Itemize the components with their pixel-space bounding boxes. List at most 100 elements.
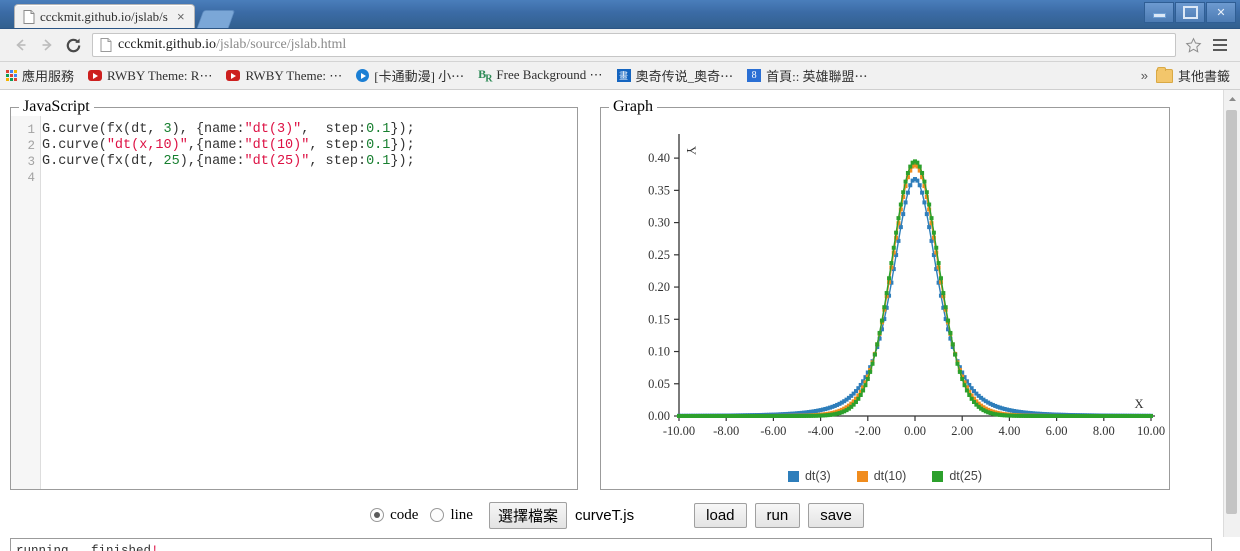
series-marker	[917, 164, 922, 169]
chart-area[interactable]: Y X 0.00 0.05 0.10 0.15 0.20 0.25 0.30 0.35 0.40 -1…	[601, 116, 1169, 489]
status-bar[interactable]: running...finished!	[10, 538, 1212, 551]
address-bar[interactable]: ccckmit.github.io/jslab/source/jslab.htm…	[92, 33, 1176, 57]
bookmarks-overflow-button[interactable]: »	[1141, 68, 1148, 83]
y-tick-label: 0.40	[648, 151, 670, 165]
line-number: 2	[27, 139, 35, 153]
back-button[interactable]	[8, 32, 34, 58]
bookmark-label: 首頁:: 英雄聯盟⋯	[766, 69, 868, 84]
browser-tab[interactable]: ccckmit.github.io/jslab/s ×	[14, 4, 195, 28]
bookmark-apps[interactable]: 應用服務	[6, 66, 74, 85]
series-marker	[879, 318, 884, 323]
square-icon: 畫	[616, 69, 631, 82]
x-tick-label: -2.00	[855, 424, 881, 438]
y-tick-label: 0.35	[648, 183, 670, 197]
forward-button[interactable]	[34, 32, 60, 58]
close-icon[interactable]: ×	[174, 10, 188, 24]
code-line[interactable]: G.curve(fx(dt, 3), {name:"dt(3)", step:0…	[42, 122, 577, 138]
x-tick-label: -4.00	[808, 424, 834, 438]
other-bookmarks-label: 其他書籤	[1177, 69, 1230, 84]
other-bookmarks-folder[interactable]: 其他書籤	[1155, 66, 1230, 85]
bookmark-free-background[interactable]: BR Free Background ⋯	[478, 67, 602, 84]
code-line[interactable]	[42, 170, 577, 186]
series-marker	[929, 216, 934, 221]
series-marker	[941, 291, 946, 296]
page-icon	[100, 38, 112, 52]
code-line[interactable]: G.curve("dt(x,10)",{name:"dt(10)", step:…	[42, 138, 577, 154]
address-text: ccckmit.github.io/jslab/source/jslab.htm…	[118, 37, 346, 53]
forward-arrow-icon	[42, 39, 52, 51]
vertical-scrollbar[interactable]	[1223, 90, 1240, 537]
bookmarks-bar: 應用服務 RWBY Theme: R⋯ RWBY Theme: ⋯ [卡通動漫]…	[0, 62, 1240, 90]
y-tick-label: 0.20	[648, 280, 670, 294]
code-line[interactable]: G.curve(fx(dt, 25),{name:"dt(25)", step:…	[42, 154, 577, 170]
series-marker	[924, 190, 929, 195]
series-marker	[922, 200, 927, 205]
code-area[interactable]: G.curve(fx(dt, 3), {name:"dt(3)", step:0…	[42, 116, 577, 186]
legend-swatch-icon	[787, 470, 799, 482]
new-tab-button[interactable]	[196, 10, 236, 28]
bookmark-aoqi[interactable]: 畫 奧奇传说_奧奇⋯	[616, 66, 733, 85]
line-number: 1	[27, 123, 35, 137]
save-button[interactable]: save	[808, 502, 864, 528]
series-marker	[957, 369, 962, 374]
series-marker	[891, 245, 896, 250]
series-marker	[953, 352, 958, 357]
legend-label: dt(10)	[873, 469, 907, 483]
status-exclamation: !	[151, 544, 159, 551]
code-editor[interactable]: 1 2 3 4 G.curve(fx(dt, 3), {name:"dt(3)", s…	[11, 116, 577, 489]
radio-line[interactable]	[430, 508, 445, 522]
series-marker	[896, 216, 901, 221]
minimize-button[interactable]	[1144, 2, 1174, 23]
legend-item-dt(10)[interactable]: dt(10)	[856, 469, 907, 483]
series-marker	[858, 392, 863, 397]
series-marker	[903, 179, 908, 184]
series-marker	[905, 170, 910, 175]
series-marker	[950, 342, 955, 347]
back-arrow-icon	[16, 39, 26, 51]
x-tick-label: -8.00	[713, 424, 739, 438]
series-marker	[870, 361, 875, 366]
run-button[interactable]: run	[754, 502, 801, 528]
series-marker	[915, 178, 920, 183]
y-tick-label: 0.05	[648, 377, 670, 391]
bookmark-label: RWBY Theme: ⋯	[245, 67, 343, 83]
panels-row: JavaScript 1 2 3 4 G.curve(fx(dt, 3), {name…	[0, 90, 1222, 490]
scroll-up-arrow-icon[interactable]	[1224, 90, 1240, 107]
scrollbar-thumb[interactable]	[1226, 110, 1237, 514]
bookmark-label: 應用服務	[22, 69, 75, 84]
star-icon	[1185, 37, 1201, 53]
page-viewport: JavaScript 1 2 3 4 G.curve(fx(dt, 3), {name…	[0, 90, 1240, 551]
folder-icon	[1155, 66, 1173, 83]
y-axis-label: Y	[684, 146, 698, 155]
series-line-dt(3)	[678, 178, 1152, 417]
x-tick-label: 8.00	[1093, 424, 1115, 438]
bookmark-rwby-1[interactable]: RWBY Theme: R⋯	[88, 68, 212, 84]
legend-item-dt(25)[interactable]: dt(25)	[932, 469, 982, 483]
window-controls: ✕	[1144, 2, 1236, 23]
load-button[interactable]: load	[694, 502, 747, 528]
series-marker	[898, 225, 903, 230]
status-text: running...finished	[16, 544, 152, 551]
reload-button[interactable]	[60, 32, 86, 58]
choose-file-button[interactable]: 選擇檔案	[488, 501, 567, 529]
radio-code[interactable]	[370, 508, 385, 522]
bookmark-star-icon[interactable]	[1182, 34, 1204, 56]
legend-label: dt(3)	[804, 469, 831, 483]
series-marker	[901, 212, 906, 217]
controls-bar: code line 選擇檔案 curveT.js load run save	[0, 498, 1222, 532]
series-marker	[938, 276, 943, 281]
eight-icon: 8	[747, 69, 762, 82]
series-marker	[894, 230, 899, 235]
legend-item-dt(3)[interactable]: dt(3)	[787, 469, 831, 483]
series-marker	[948, 330, 953, 335]
bookmark-rwby-2[interactable]: RWBY Theme: ⋯	[226, 68, 342, 84]
hamburger-menu-icon[interactable]	[1208, 32, 1232, 58]
y-tick-label: 0.15	[648, 312, 670, 326]
play-circle-icon	[356, 69, 370, 82]
maximize-button[interactable]	[1175, 2, 1205, 23]
bookmark-cartoon[interactable]: [卡通動漫] 小⋯	[356, 66, 464, 85]
series-marker	[934, 245, 939, 250]
close-window-button[interactable]: ✕	[1206, 2, 1236, 23]
series-marker	[936, 261, 941, 266]
bookmark-lol[interactable]: 8 首頁:: 英雄聯盟⋯	[747, 66, 868, 85]
